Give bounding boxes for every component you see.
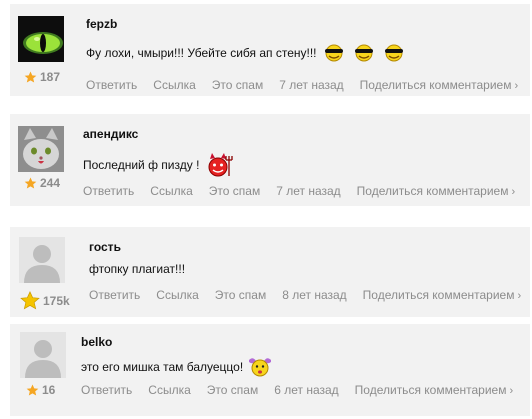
author-name[interactable]: fepzb [86, 17, 117, 31]
comment-actions: Ответить Ссылка Это спам 7 лет назад Под… [83, 184, 531, 198]
devil-smiley-icon [203, 152, 234, 178]
rating-value: 175k [43, 294, 70, 308]
report-spam-link[interactable]: Это спам [215, 288, 266, 302]
comment-text-content: это его мишка там балуеццо! [81, 360, 244, 374]
cat-eye-avatar-icon [18, 16, 64, 62]
rating: 187 [24, 70, 60, 84]
comment-text-content: Фу лохи, чмыри!!! Убейте сибя ап стену!!… [86, 46, 317, 60]
comment-3: 175k гость фтопку плагиат!!! Ответить Сс… [10, 227, 530, 317]
reply-link[interactable]: Ответить [86, 78, 137, 92]
rating-value: 187 [40, 70, 61, 84]
comment-text: Фу лохи, чмыри!!! Убейте сибя ап стену!!… [86, 44, 407, 62]
share-comment-link[interactable]: Поделиться комментарием [357, 184, 516, 198]
comment-time[interactable]: 6 лет назад [274, 383, 338, 397]
comment-actions: Ответить Ссылка Это спам 6 лет назад Под… [81, 383, 529, 397]
rating-value: 244 [40, 176, 61, 190]
rating: 16 [26, 383, 55, 397]
sunglasses-smiley-icon [381, 44, 407, 62]
comment-time[interactable]: 8 лет назад [282, 288, 346, 302]
comment-text: это его мишка там балуеццо! [81, 356, 273, 378]
author-name[interactable]: belko [81, 335, 112, 349]
reply-link[interactable]: Ответить [81, 383, 132, 397]
comment-time[interactable]: 7 лет назад [276, 184, 340, 198]
avatar[interactable] [18, 126, 64, 172]
permalink-link[interactable]: Ссылка [150, 184, 192, 198]
permalink-link[interactable]: Ссылка [153, 78, 195, 92]
star-icon [24, 177, 37, 188]
rating: 244 [24, 176, 60, 190]
sunglasses-smiley-icon [351, 44, 377, 62]
grey-cat-avatar-icon [18, 126, 64, 172]
report-spam-link[interactable]: Это спам [207, 383, 258, 397]
report-spam-link[interactable]: Это спам [209, 184, 260, 198]
avatar[interactable] [20, 332, 66, 378]
share-comment-link[interactable]: Поделиться комментарием [355, 383, 514, 397]
comment-text-content: Последний ф пизду ! [83, 158, 200, 172]
rating-value: 16 [42, 383, 56, 397]
author-name[interactable]: апендикс [83, 127, 138, 141]
report-spam-link[interactable]: Это спам [212, 78, 263, 92]
comment-text-content: фтопку плагиат!!! [89, 262, 186, 276]
comment-2: 244 апендикс Последний ф пизду ! Ответит… [10, 114, 530, 206]
default-user-avatar-icon [19, 237, 65, 283]
sunglasses-smiley-icon [321, 44, 347, 62]
avatar[interactable] [19, 237, 65, 283]
comment-1: 187 fepzb Фу лохи, чмыри!!! Убейте сибя … [10, 4, 530, 96]
reply-link[interactable]: Ответить [89, 288, 140, 302]
rating: 175k [20, 291, 70, 311]
default-user-avatar-icon [20, 332, 66, 378]
permalink-link[interactable]: Ссылка [156, 288, 198, 302]
author-name[interactable]: гость [89, 240, 121, 254]
comment-actions: Ответить Ссылка Это спам 7 лет назад Под… [86, 78, 532, 92]
reply-link[interactable]: Ответить [83, 184, 134, 198]
share-comment-link[interactable]: Поделиться комментарием [363, 288, 522, 302]
star-icon [26, 384, 39, 395]
permalink-link[interactable]: Ссылка [148, 383, 190, 397]
star-icon [24, 71, 37, 82]
star-icon [20, 291, 40, 310]
comment-4: 16 belko это его мишка там балуеццо! Отв… [10, 324, 530, 416]
avatar[interactable] [18, 16, 64, 62]
comment-actions: Ответить Ссылка Это спам 8 лет назад Под… [89, 288, 532, 302]
share-comment-link[interactable]: Поделиться комментарием [360, 78, 519, 92]
comment-time[interactable]: 7 лет назад [279, 78, 343, 92]
comment-text: Последний ф пизду ! [83, 152, 234, 178]
comment-text: фтопку плагиат!!! [89, 262, 185, 276]
girl-smiley-icon [247, 356, 273, 378]
